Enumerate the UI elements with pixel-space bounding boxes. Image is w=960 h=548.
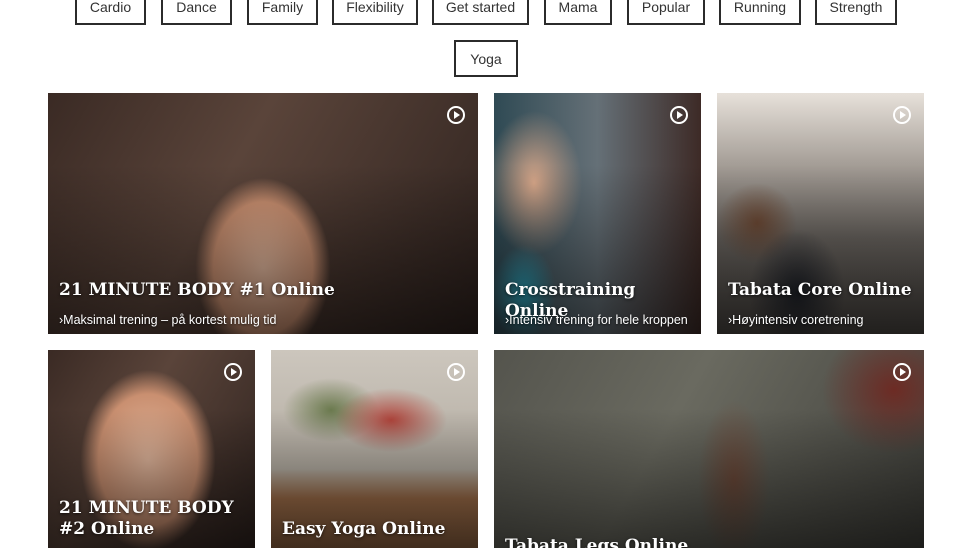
workout-tile-tabata-legs[interactable]: Tabata Legs Online [494, 350, 924, 548]
workout-subtitle: ›Maksimal trening – på kortest mulig tid [59, 313, 277, 327]
workout-subtitle: ›Intensiv trening for hele kroppen [505, 313, 688, 327]
workout-subtitle: ›Høyintensiv coretrening [728, 313, 864, 327]
play-circle-icon[interactable] [447, 363, 465, 381]
play-circle-icon[interactable] [893, 363, 911, 381]
play-circle-icon[interactable] [447, 106, 465, 124]
workout-title: Tabata Legs Online [505, 536, 689, 548]
workout-title: 21 MINUTE BODY #1 Online [59, 280, 335, 300]
tag-get-started[interactable]: Get started [432, 0, 529, 25]
tag-running[interactable]: Running [719, 0, 801, 25]
workout-title: Easy Yoga Online [282, 519, 446, 539]
play-circle-icon[interactable] [224, 363, 242, 381]
workout-tile-21-minute-body-2[interactable]: 21 MINUTE BODY #2 Online [48, 350, 255, 548]
workout-title: 21 MINUTE BODY #2 Online [59, 498, 234, 539]
tag-cardio[interactable]: Cardio [75, 0, 146, 25]
tag-mama[interactable]: Mama [544, 0, 612, 25]
tag-strength[interactable]: Strength [815, 0, 897, 25]
workout-tile-tabata-core[interactable]: Tabata Core Online ›Høyintensiv coretren… [717, 93, 924, 334]
workout-tile-21-minute-body-1[interactable]: 21 MINUTE BODY #1 Online ›Maksimal treni… [48, 93, 478, 334]
tag-flexibility[interactable]: Flexibility [332, 0, 418, 25]
play-circle-icon[interactable] [893, 106, 911, 124]
tag-family[interactable]: Family [247, 0, 318, 25]
tag-popular[interactable]: Popular [627, 0, 705, 25]
workout-tile-crosstraining[interactable]: Crosstraining Online ›Intensiv trening f… [494, 93, 701, 334]
workout-title: Tabata Core Online [728, 280, 912, 300]
tag-yoga[interactable]: Yoga [454, 40, 518, 77]
workout-tile-easy-yoga[interactable]: Easy Yoga Online [271, 350, 478, 548]
tag-dance[interactable]: Dance [161, 0, 232, 25]
play-circle-icon[interactable] [670, 106, 688, 124]
